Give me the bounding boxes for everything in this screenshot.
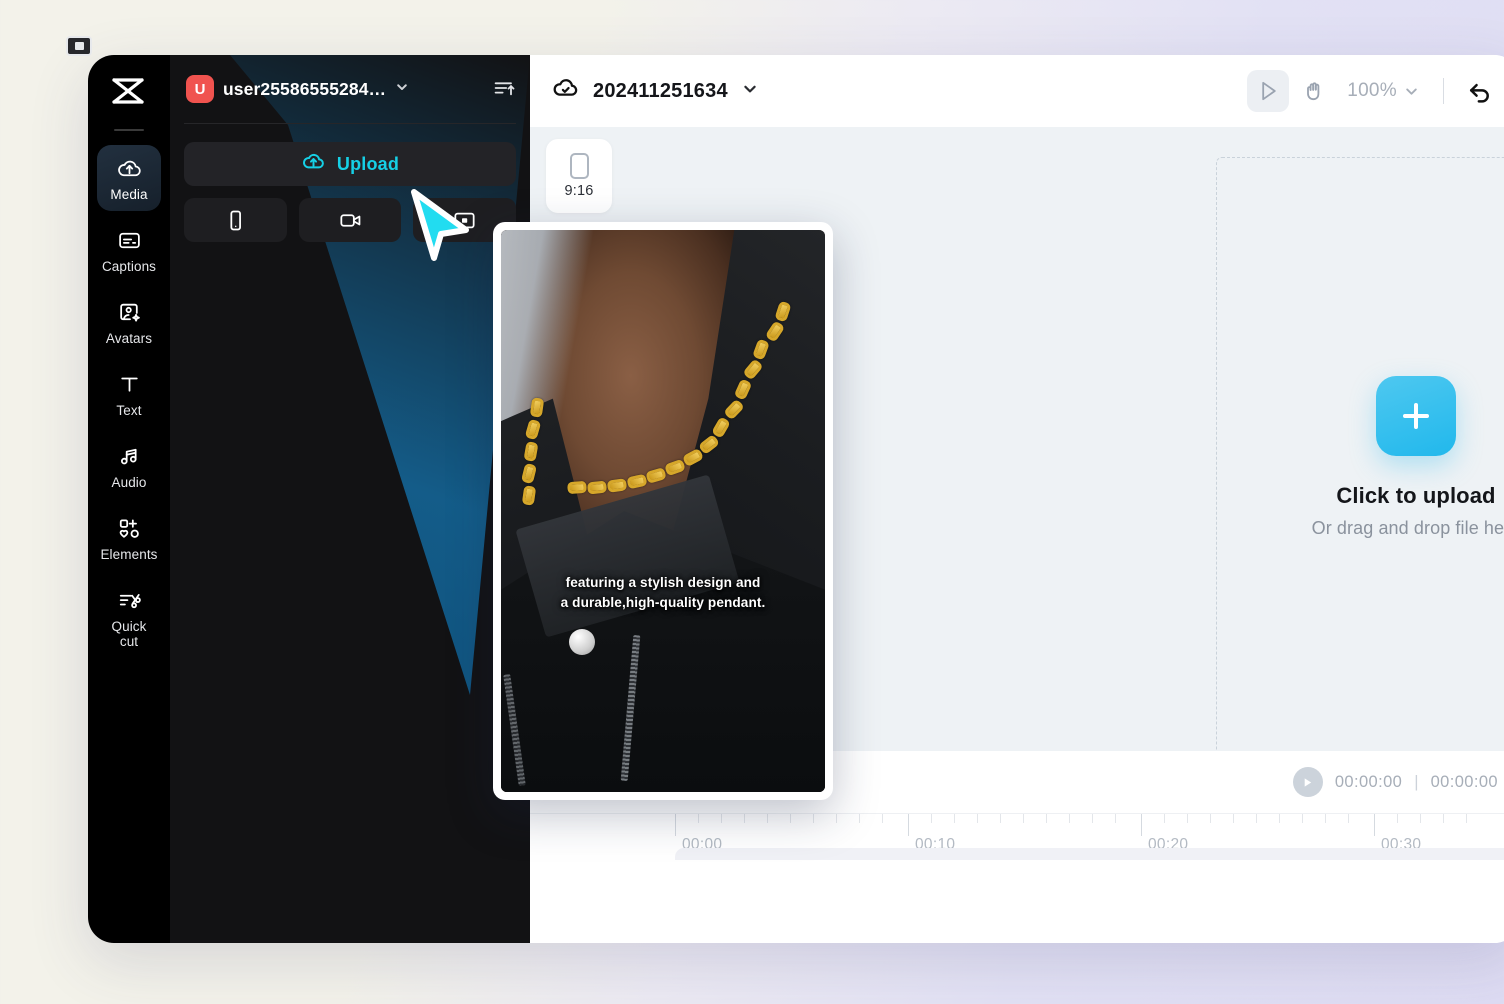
sidebar-item-media[interactable]: Media <box>97 145 161 211</box>
upload-drop-zone[interactable]: Click to upload Or drag and drop file he… <box>1216 157 1504 757</box>
sidebar-item-text[interactable]: Text <box>97 361 161 427</box>
sidebar-item-label: Captions <box>101 259 157 274</box>
canvas-tools: 100% <box>1247 70 1500 112</box>
play-button[interactable] <box>1292 767 1323 797</box>
sidebar-item-label: Quick <box>111 619 147 634</box>
zoom-level-value: 100% <box>1347 80 1397 101</box>
current-time: 00:00:00 <box>1334 772 1403 791</box>
caption-line-2: a durable,high-quality pendant. <box>560 594 766 610</box>
caption-line-1: featuring a stylish design and <box>565 574 761 590</box>
account-name[interactable]: user25586555284… <box>223 79 386 100</box>
play-icon <box>1305 777 1312 787</box>
playback-controls: 00:00:00 | 00:00:00 <box>1292 767 1498 797</box>
aspect-ratio-card[interactable]: 9:16 <box>546 139 612 213</box>
project-title: 202411251634 <box>593 79 728 102</box>
text-t-icon <box>116 371 142 397</box>
time-separator: | <box>1414 772 1419 791</box>
sidebar-item-label: Audio <box>111 475 147 490</box>
sidebar-item-quick-cut[interactable]: Quick cut <box>97 577 161 658</box>
sidebar-item-label: Media <box>110 187 148 202</box>
timeline-track[interactable] <box>675 848 1504 860</box>
drop-zone-subtitle: Or drag and drop file here <box>1311 517 1504 538</box>
portrait-frame-icon <box>569 153 589 179</box>
screen-record-icon <box>454 212 475 228</box>
cloud-upload-icon <box>301 149 326 179</box>
cloud-upload-icon <box>116 155 142 181</box>
video-camera-icon <box>339 213 360 227</box>
cursor-arrow-icon <box>1262 81 1276 101</box>
sort-ascending-icon[interactable] <box>492 77 516 101</box>
top-bar: 202411251634 100% <box>530 55 1504 127</box>
left-navigation-rail: Media Captions Avatars Text Audio Elemen… <box>88 55 170 943</box>
sidebar-item-audio[interactable]: Audio <box>97 433 161 499</box>
plus-icon <box>1403 402 1429 429</box>
upload-button-label: Upload <box>336 153 400 174</box>
cloud-check-icon <box>552 75 579 107</box>
sidebar-item-avatars[interactable]: Avatars <box>97 289 161 355</box>
media-header-divider <box>184 123 516 124</box>
chevron-down-icon[interactable] <box>742 81 758 102</box>
dragged-media-preview-card[interactable]: featuring a stylish design and a durable… <box>493 222 833 800</box>
select-tool-button[interactable] <box>1247 70 1290 112</box>
total-time: 00:00:00 <box>1430 772 1498 791</box>
account-avatar: U <box>186 75 214 103</box>
preview-jacket-snap <box>569 629 596 656</box>
rail-divider <box>114 129 144 131</box>
chevron-down-icon <box>1406 88 1417 95</box>
zoom-level-selector[interactable]: 100% <box>1347 80 1419 102</box>
sidebar-item-label: Elements <box>100 547 158 562</box>
drop-zone-title: Click to upload <box>1336 482 1496 508</box>
undo-button[interactable] <box>1458 70 1500 112</box>
toolbar-divider <box>1443 78 1444 104</box>
music-note-icon <box>116 443 142 469</box>
chevron-down-icon[interactable] <box>395 80 409 99</box>
video-caption: featuring a stylish design and a durable… <box>501 573 825 613</box>
mobile-phone-icon <box>230 210 241 230</box>
elements-icon <box>116 515 142 541</box>
avatar-sparkle-icon <box>116 299 142 325</box>
video-thumbnail: featuring a stylish design and a durable… <box>501 230 825 792</box>
captions-icon <box>116 227 142 253</box>
capcut-logo-icon[interactable] <box>107 73 151 113</box>
upload-from-phone-button[interactable] <box>184 198 287 242</box>
media-quick-actions <box>184 198 517 242</box>
add-media-button[interactable] <box>1376 375 1456 456</box>
sidebar-item-label: Avatars <box>105 331 153 346</box>
media-panel-header: U user25586555284… <box>170 55 530 123</box>
timeline-ruler[interactable]: 00:00 00:10 00:20 00:30 <box>530 814 1504 860</box>
upload-button[interactable]: Upload <box>184 142 516 186</box>
undo-arrow-icon <box>1469 83 1489 103</box>
media-panel: U user25586555284… Upload <box>170 55 530 943</box>
sidebar-item-label: Text <box>116 403 142 418</box>
sidebar-item-elements[interactable]: Elements <box>97 505 161 571</box>
hand-icon <box>1307 82 1320 101</box>
record-video-button[interactable] <box>298 198 402 242</box>
quick-cut-icon <box>116 587 142 613</box>
drag-badge-icon <box>66 36 92 56</box>
aspect-ratio-label: 9:16 <box>564 183 594 199</box>
sidebar-item-captions[interactable]: Captions <box>97 217 161 283</box>
sidebar-item-label-2: cut <box>119 634 139 649</box>
hand-tool-button[interactable] <box>1293 70 1335 112</box>
